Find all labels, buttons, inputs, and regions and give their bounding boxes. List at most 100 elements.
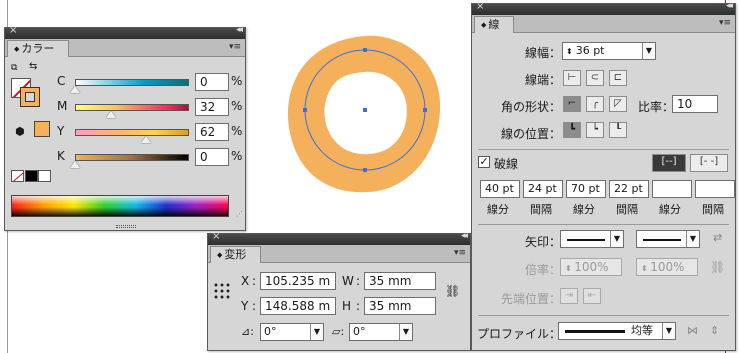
close-icon[interactable]: × bbox=[476, 1, 484, 12]
tab-toggle-icon[interactable]: ◆ bbox=[217, 251, 222, 259]
stroke-swatch-inner bbox=[25, 92, 35, 102]
black-swatch[interactable] bbox=[25, 170, 38, 182]
butt-cap-button[interactable]: ⊢ bbox=[563, 70, 581, 86]
h-input[interactable]: 35 mm bbox=[364, 297, 436, 315]
round-join-button[interactable]: ╭ bbox=[586, 96, 604, 112]
slider-thumb-y[interactable] bbox=[140, 136, 151, 143]
panel-menu-icon[interactable]: ▾≡ bbox=[454, 248, 466, 258]
slider-thumb-k[interactable] bbox=[70, 161, 80, 168]
dash-align-corners-button[interactable]: [‐ ‐] bbox=[690, 154, 728, 172]
dash-input-2[interactable]: 70 pt bbox=[566, 180, 606, 198]
scale-start-input[interactable]: ⬍ 100% bbox=[560, 258, 622, 276]
h-label: H bbox=[342, 299, 352, 313]
swap-arrows-icon[interactable]: ⇄ bbox=[713, 231, 722, 244]
channel-slider-m[interactable] bbox=[75, 104, 189, 111]
anchor-point-bottom[interactable] bbox=[363, 168, 367, 172]
tip-place-button[interactable]: ⇤ bbox=[583, 288, 601, 304]
w-input[interactable]: 35 mm bbox=[364, 272, 436, 290]
flip-across-icon[interactable]: ⇕ bbox=[710, 324, 719, 337]
dash-preserve-button[interactable]: [‐‐] bbox=[652, 154, 686, 172]
white-swatch[interactable] bbox=[38, 170, 51, 182]
panel-menu-icon[interactable]: ▾≡ bbox=[719, 18, 731, 28]
chevron-down-icon[interactable]: ▼ bbox=[610, 231, 623, 247]
out-of-gamut-cube-icon[interactable]: ⬢ bbox=[15, 125, 25, 138]
h-colon: : bbox=[356, 299, 361, 313]
chevron-down-icon[interactable]: ▼ bbox=[662, 323, 675, 339]
projecting-cap-button[interactable]: ⊏ bbox=[609, 70, 627, 86]
y-input[interactable]: 148.588 m bbox=[260, 297, 336, 315]
align-outside-button[interactable]: ┖ bbox=[609, 122, 627, 138]
collapse-icon[interactable]: ◂◂ bbox=[726, 1, 733, 11]
miter-join-button[interactable]: ⌐ bbox=[563, 96, 581, 112]
weight-stepper-icon[interactable]: ⬍ bbox=[566, 47, 573, 56]
chevron-down-icon[interactable]: ▼ bbox=[686, 231, 699, 247]
gap-input-2[interactable]: 22 pt bbox=[609, 180, 649, 198]
link-scale-icon[interactable]: ⛓ bbox=[710, 260, 725, 274]
channel-slider-k[interactable] bbox=[75, 154, 189, 161]
scale-end-input[interactable]: ⬍ 100% bbox=[636, 258, 698, 276]
dash-input-1[interactable]: 40 pt bbox=[480, 180, 520, 198]
close-icon[interactable]: × bbox=[9, 25, 17, 36]
channel-input-c[interactable]: 0 bbox=[195, 73, 229, 91]
panel-grip[interactable] bbox=[116, 225, 136, 228]
gap-input-3[interactable] bbox=[695, 180, 735, 198]
resize-grip-icon[interactable]: ⋰ bbox=[236, 210, 243, 218]
swap-colors-icon[interactable]: ⇆ bbox=[29, 61, 37, 72]
dash-input-3[interactable] bbox=[652, 180, 692, 198]
reference-point-icon[interactable] bbox=[213, 282, 231, 300]
channel-slider-y[interactable] bbox=[75, 129, 189, 136]
line-preview bbox=[643, 239, 681, 241]
bevel-join-button[interactable]: ◸ bbox=[609, 96, 627, 112]
color-panel-titlebar[interactable]: × ◂◂ bbox=[5, 25, 245, 39]
arrow-start-dropdown[interactable]: ▼ bbox=[560, 230, 624, 248]
channel-input-y[interactable]: 62 bbox=[195, 123, 229, 141]
current-color-swatch[interactable] bbox=[34, 121, 50, 137]
default-colors-icon[interactable]: ⧉ bbox=[11, 63, 21, 73]
collapse-icon[interactable]: ◂◂ bbox=[461, 231, 468, 241]
collapse-icon[interactable]: ◂◂ bbox=[236, 25, 243, 35]
artwork-ring[interactable] bbox=[280, 28, 450, 198]
flip-along-icon[interactable]: ⋈ bbox=[687, 324, 698, 337]
profile-dropdown[interactable]: 均等 ▼ bbox=[558, 322, 676, 340]
chevron-down-icon[interactable]: ▼ bbox=[310, 324, 323, 340]
slider-thumb-c[interactable] bbox=[70, 86, 80, 93]
tip-extend-button[interactable]: ⇥ bbox=[560, 288, 578, 304]
anchor-point-top[interactable] bbox=[363, 48, 367, 52]
channel-input-k[interactable]: 0 bbox=[195, 148, 229, 166]
stroke-swatch[interactable] bbox=[20, 87, 40, 107]
slider-thumb-m[interactable] bbox=[106, 111, 117, 118]
gap-input-1[interactable]: 24 pt bbox=[523, 180, 563, 198]
rotate-dropdown[interactable]: 0° ▼ bbox=[260, 323, 324, 341]
divider bbox=[478, 315, 729, 316]
tab-color[interactable]: ◆ カラー bbox=[7, 40, 70, 57]
chevron-down-icon[interactable]: ▼ bbox=[642, 43, 655, 59]
tab-toggle-icon[interactable]: ◆ bbox=[481, 21, 486, 29]
tab-toggle-icon[interactable]: ◆ bbox=[14, 45, 19, 53]
close-icon[interactable]: × bbox=[212, 231, 220, 242]
round-cap-button[interactable]: ⊂ bbox=[586, 70, 604, 86]
none-swatch[interactable] bbox=[11, 170, 24, 182]
stroke-panel-titlebar[interactable]: × ◂◂ bbox=[472, 1, 735, 15]
anchor-point-right[interactable] bbox=[423, 108, 427, 112]
tab-stroke[interactable]: ◆ 線 bbox=[474, 16, 515, 33]
arrow-end-dropdown[interactable]: ▼ bbox=[636, 230, 700, 248]
channel-slider-c[interactable] bbox=[75, 79, 189, 86]
limit-label: 比率： bbox=[638, 100, 675, 114]
limit-input[interactable]: 10 bbox=[672, 95, 718, 113]
tab-transform[interactable]: ◆ 変形 bbox=[210, 246, 262, 263]
color-spectrum-bar[interactable] bbox=[11, 195, 229, 217]
anchor-point-left[interactable] bbox=[303, 108, 307, 112]
constrain-proportions-icon[interactable]: ⛓ bbox=[445, 284, 460, 298]
x-input[interactable]: 105.235 m bbox=[260, 272, 336, 290]
shear-icon: ▱: bbox=[332, 325, 345, 338]
align-center-button[interactable]: ┗ bbox=[563, 122, 581, 138]
align-inside-button[interactable]: ┕ bbox=[586, 122, 604, 138]
channel-input-m[interactable]: 32 bbox=[195, 98, 229, 116]
weight-dropdown[interactable]: ⬍ 36 pt ▼ bbox=[562, 42, 656, 60]
dashed-checkbox[interactable]: ✓ bbox=[478, 156, 490, 168]
shear-dropdown[interactable]: 0° ▼ bbox=[349, 323, 413, 341]
chevron-down-icon[interactable]: ▼ bbox=[399, 324, 412, 340]
stepper-icon: ⬍ bbox=[641, 264, 651, 273]
transform-panel-titlebar[interactable]: × ◂◂ bbox=[208, 231, 470, 245]
panel-menu-icon[interactable]: ▾≡ bbox=[229, 42, 241, 52]
